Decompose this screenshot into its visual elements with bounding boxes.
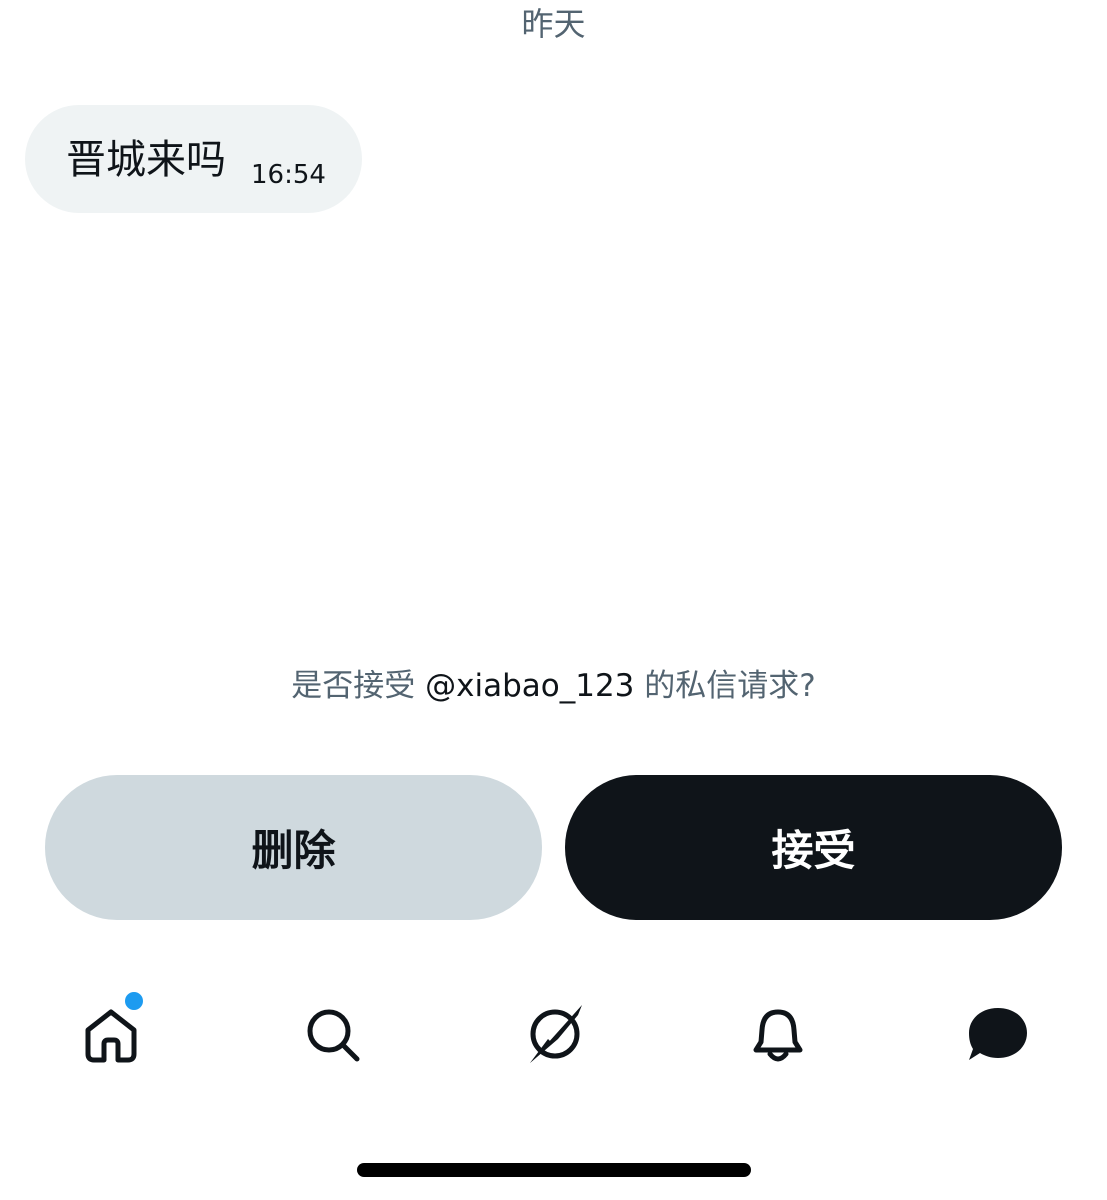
dm-request-screen: 昨天 晋城来吗 16:54 是否接受 @xiabao_123 的私信请求? 删除…	[0, 0, 1107, 1200]
messages-icon	[969, 1008, 1027, 1060]
date-divider: 昨天	[521, 5, 586, 43]
tab-messages[interactable]	[953, 990, 1043, 1080]
tab-home[interactable]	[66, 990, 156, 1080]
request-prompt-prefix: 是否接受	[291, 668, 416, 704]
home-indicator	[357, 1163, 751, 1177]
bottom-tab-bar	[0, 990, 1107, 1080]
request-prompt-suffix: 的私信请求?	[644, 668, 816, 704]
request-handle[interactable]: @xiabao_123	[425, 668, 634, 704]
bell-icon	[753, 1009, 803, 1062]
search-icon	[307, 1009, 360, 1062]
accept-button[interactable]: 接受	[565, 775, 1062, 920]
request-prompt: 是否接受 @xiabao_123 的私信请求?	[0, 664, 1107, 708]
message-text: 晋城来吗	[66, 137, 226, 183]
tab-notifications[interactable]	[733, 990, 823, 1080]
tab-search[interactable]	[288, 990, 378, 1080]
home-icon	[85, 1009, 137, 1063]
message-bubble[interactable]: 晋城来吗 16:54	[25, 105, 362, 213]
grok-icon	[530, 1005, 582, 1063]
notification-dot	[123, 990, 145, 1012]
message-timestamp: 16:54	[251, 160, 326, 190]
delete-button[interactable]: 删除	[45, 775, 542, 920]
tab-grok[interactable]	[509, 990, 599, 1080]
